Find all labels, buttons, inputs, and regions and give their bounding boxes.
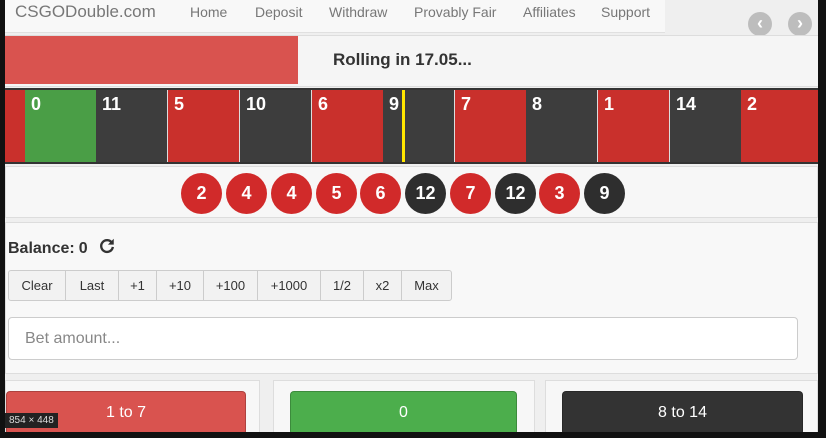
wheel-cell: 10 [240,90,311,162]
rolling-progress: Rolling in 17.05... [5,35,818,87]
roll-history: 2 4 4 5 6 12 7 12 3 9 [5,166,818,218]
wheel-cell: 2 [741,90,818,162]
half-button[interactable]: 1/2 [320,270,364,301]
rolling-progress-bar [5,36,298,84]
max-button[interactable]: Max [401,270,452,301]
wheel-cell: 1 [598,90,669,162]
history-ball: 4 [226,173,267,214]
chevron-right-icon[interactable]: › [788,12,812,36]
nav-deposit[interactable]: Deposit [255,4,302,20]
balance-value: 0 [78,240,88,257]
wheel-cell: 5 [168,90,239,162]
wheel-cell: 7 [455,90,526,162]
plus-100-button[interactable]: +100 [203,270,258,301]
nav-affiliates[interactable]: Affiliates [523,4,576,20]
balance-label: Balance: [8,240,75,257]
wheel-indicator-line [402,90,405,162]
last-button[interactable]: Last [65,270,119,301]
bet-amount-input[interactable] [8,317,798,360]
bet-column-black: 8 to 14 [545,380,818,432]
nav-support[interactable]: Support [601,4,650,20]
history-ball: 2 [181,173,222,214]
history-ball: 9 [584,173,625,214]
wheel-cell: 6 [312,90,383,162]
wheel-cell: 11 [96,90,167,162]
top-navbar: CSGODouble.com Home Deposit Withdraw Pro… [5,0,665,33]
history-ball: 5 [316,173,357,214]
balance-display: Balance: 0 [8,240,88,258]
nav-home[interactable]: Home [190,4,227,20]
wheel-cell: 14 [670,90,741,162]
plus-1-button[interactable]: +1 [118,270,157,301]
bet-panel: Balance: 0 Clear Last +1 +10 +100 +1000 1… [5,222,818,374]
plus-10-button[interactable]: +10 [156,270,204,301]
wheel-cell: 8 [526,90,597,162]
page: CSGODouble.com Home Deposit Withdraw Pro… [5,0,818,432]
nav-withdraw[interactable]: Withdraw [329,4,387,20]
history-ball: 7 [450,173,491,214]
wheel-cell: 9 [383,90,454,162]
double-button[interactable]: x2 [363,270,402,301]
plus-1000-button[interactable]: +1000 [257,270,321,301]
bet-green-button[interactable]: 0 [290,391,517,432]
history-ball: 6 [360,173,401,214]
history-ball: 12 [495,173,536,214]
history-ball: 12 [405,173,446,214]
clear-button[interactable]: Clear [8,270,66,301]
chevron-left-icon[interactable]: ‹ [748,12,772,36]
refresh-icon[interactable] [98,237,116,255]
history-ball: 3 [539,173,580,214]
wheel-cell: 0 [25,90,96,162]
wheel-cell-partial [5,90,25,162]
roulette-wheel-strip: 0 11 5 10 6 9 7 8 1 14 2 [5,88,818,164]
nav-provably-fair[interactable]: Provably Fair [414,4,496,20]
brand-logo[interactable]: CSGODouble.com [15,2,156,22]
image-dimensions-badge: 854 × 448 [5,413,58,428]
quick-amount-buttons: Clear Last +1 +10 +100 +1000 1/2 x2 Max [8,270,452,301]
bet-column-green: 0 [273,380,535,432]
bet-black-button[interactable]: 8 to 14 [562,391,803,432]
history-ball: 4 [271,173,312,214]
rolling-countdown-text: Rolling in 17.05... [333,50,472,69]
